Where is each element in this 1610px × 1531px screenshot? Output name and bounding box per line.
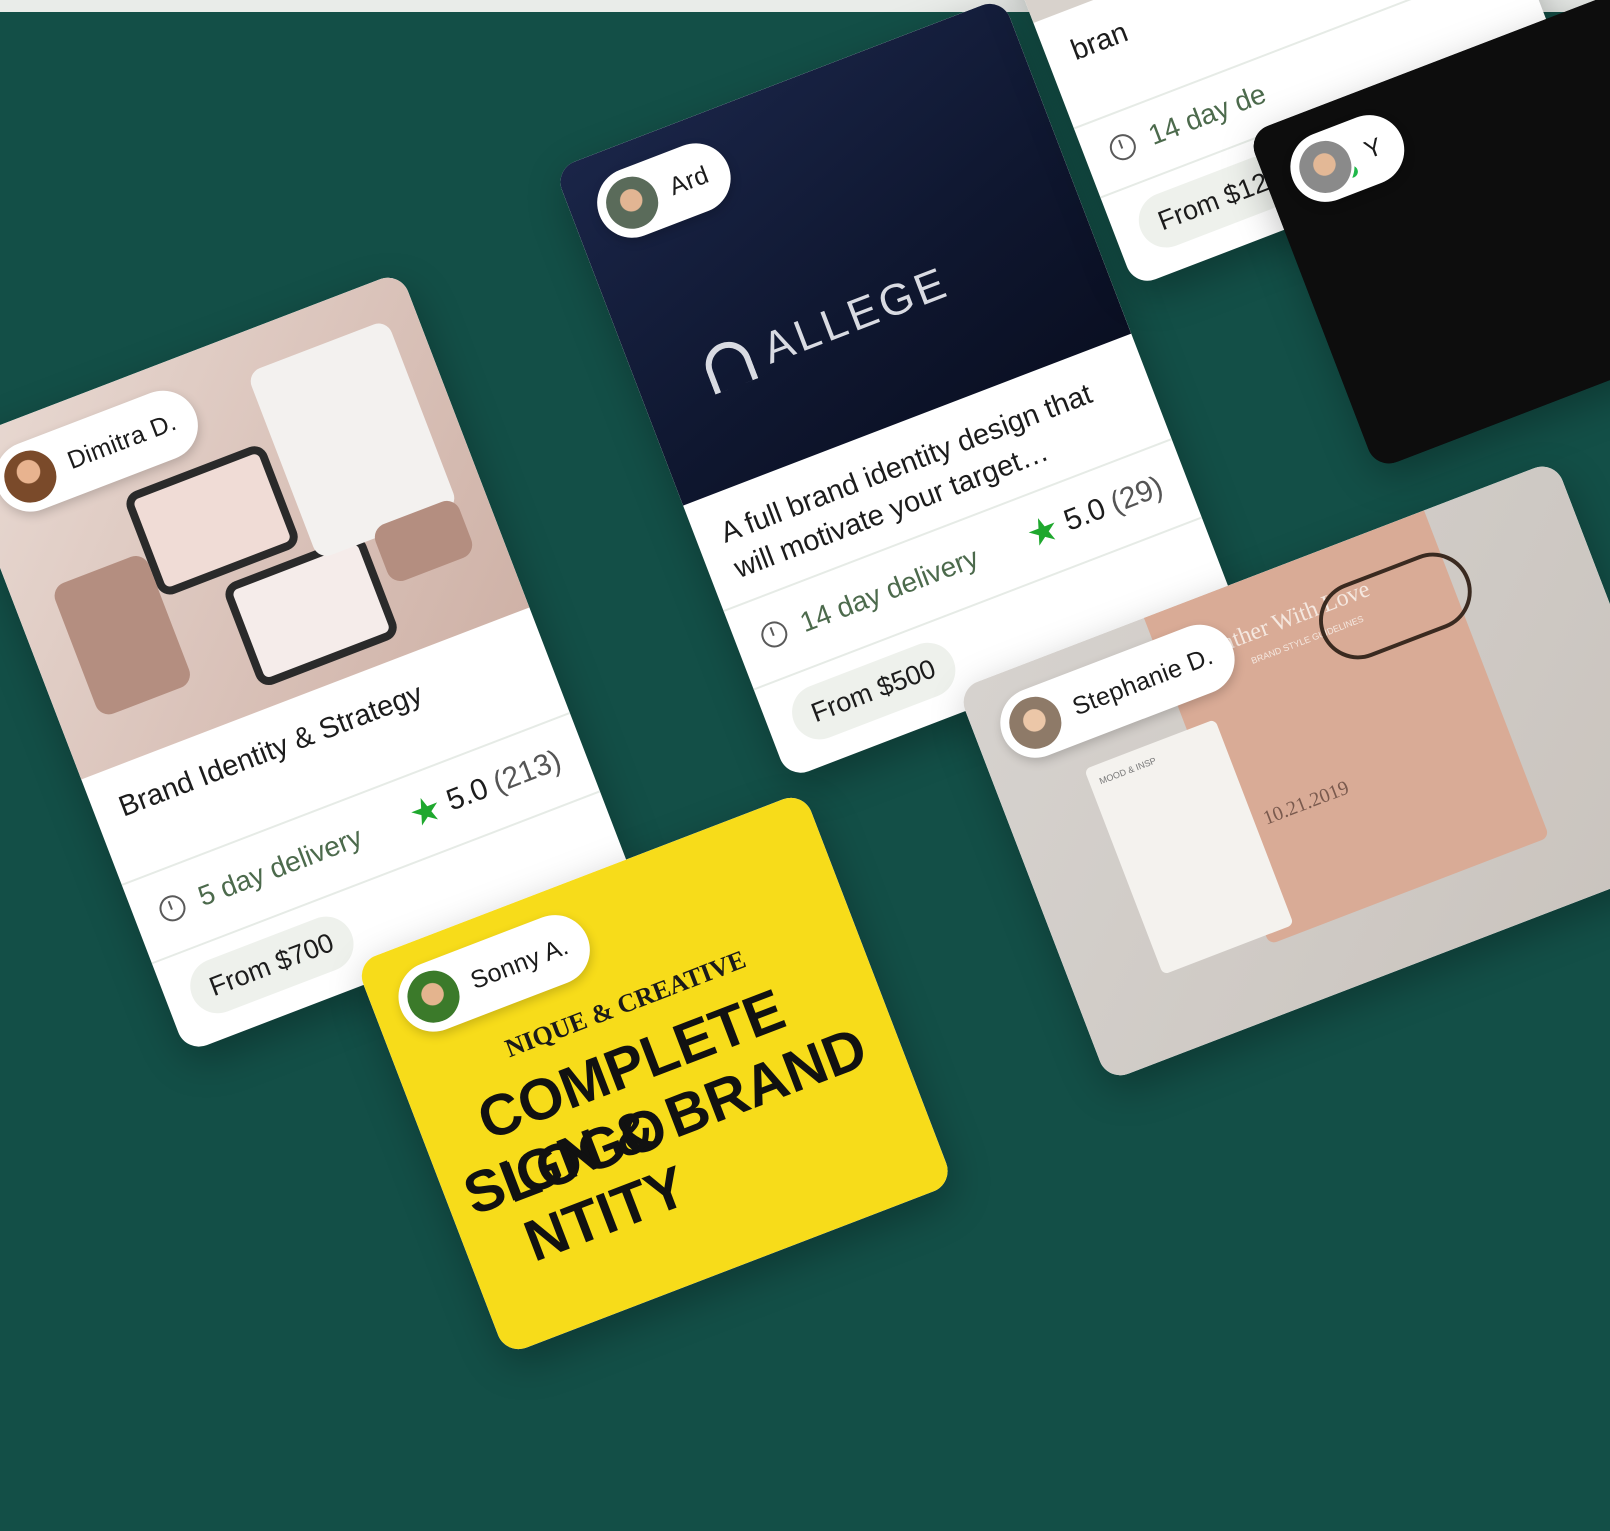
clock-icon xyxy=(155,891,190,926)
price-pill[interactable]: From $500 xyxy=(784,634,963,748)
rating-value: 5.0 xyxy=(442,771,493,818)
gig-cards-stage: Dimitra D. Brand Identity & Strategy 5 d… xyxy=(0,0,1610,1531)
brand-logo: ALLEGE xyxy=(698,258,956,397)
clock-icon xyxy=(757,617,792,652)
seller-avatar xyxy=(1287,129,1363,205)
booklet-date: 10.21.2019 xyxy=(1260,776,1353,830)
star-icon: ★ xyxy=(1020,505,1066,556)
star-icon: ★ xyxy=(402,785,448,836)
seller-name: Ard xyxy=(665,160,713,201)
clock-icon xyxy=(1106,130,1140,164)
seller-name: Dimitra D. xyxy=(63,407,180,475)
seller-chip[interactable]: Ard xyxy=(586,133,741,248)
seller-name: Y xyxy=(1360,131,1387,165)
seller-chip[interactable]: Y xyxy=(1280,104,1415,213)
brand-mark-icon xyxy=(698,335,759,395)
price-pill[interactable]: From $700 xyxy=(182,908,362,1022)
review-count: (29) xyxy=(1105,469,1168,520)
seller-avatar xyxy=(396,959,471,1035)
brand-wordmark: ALLEGE xyxy=(756,257,956,374)
seller-avatar xyxy=(594,165,670,241)
seller-avatar xyxy=(997,685,1073,761)
seller-avatar xyxy=(0,439,68,515)
rating-value: 5.0 xyxy=(1059,491,1111,538)
seller-name: Sonny A. xyxy=(466,931,573,995)
side-card-label: MOOD & INSP xyxy=(1097,755,1158,787)
review-count: (213) xyxy=(488,743,566,800)
